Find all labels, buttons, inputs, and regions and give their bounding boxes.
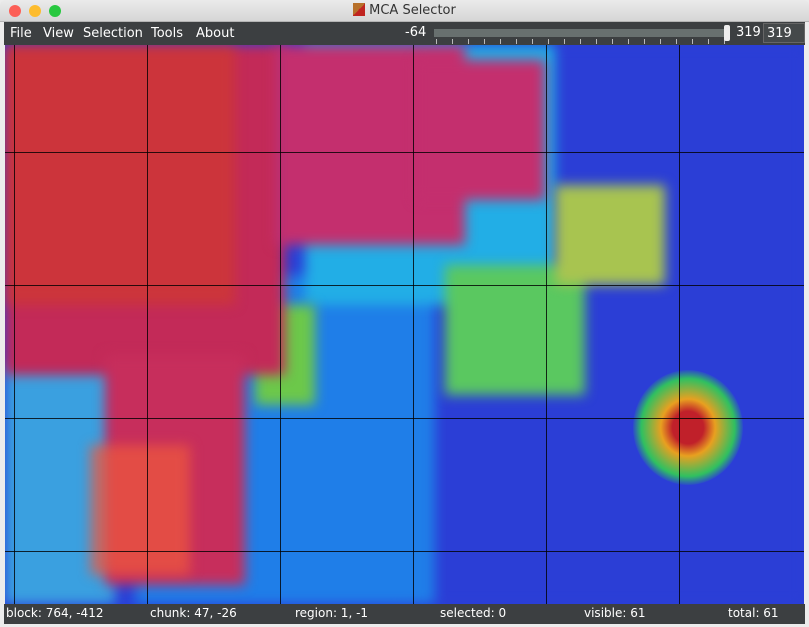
map-view[interactable] [5, 45, 804, 604]
menu-file[interactable]: File [10, 26, 32, 41]
menu-selection[interactable]: Selection [83, 26, 143, 41]
slider-ticks [436, 39, 726, 44]
status-block: block: 764, -412 [6, 606, 104, 620]
menu-view[interactable]: View [43, 26, 74, 41]
title-bar: MCA Selector [0, 0, 809, 22]
menu-about[interactable]: About [196, 26, 234, 41]
status-region: region: 1, -1 [295, 606, 369, 620]
slider-min-label: -64 [405, 25, 427, 40]
height-input[interactable] [763, 23, 805, 43]
status-visible: visible: 61 [584, 606, 646, 620]
region-grid [5, 45, 804, 604]
menu-bar: File View Selection Tools About -64 319 [4, 22, 805, 45]
window-title-text: MCA Selector [369, 3, 456, 18]
height-slider[interactable] [434, 29, 728, 37]
slider-thumb[interactable] [724, 25, 730, 41]
status-bar: block: 764, -412 chunk: 47, -26 region: … [4, 604, 805, 624]
menu-tools[interactable]: Tools [151, 26, 183, 41]
status-selected: selected: 0 [440, 606, 507, 620]
status-chunk: chunk: 47, -26 [150, 606, 237, 620]
slider-value-label: 319 [736, 25, 761, 40]
status-total: total: 61 [728, 606, 779, 620]
window-title: MCA Selector [0, 3, 809, 18]
app-icon [353, 3, 366, 16]
